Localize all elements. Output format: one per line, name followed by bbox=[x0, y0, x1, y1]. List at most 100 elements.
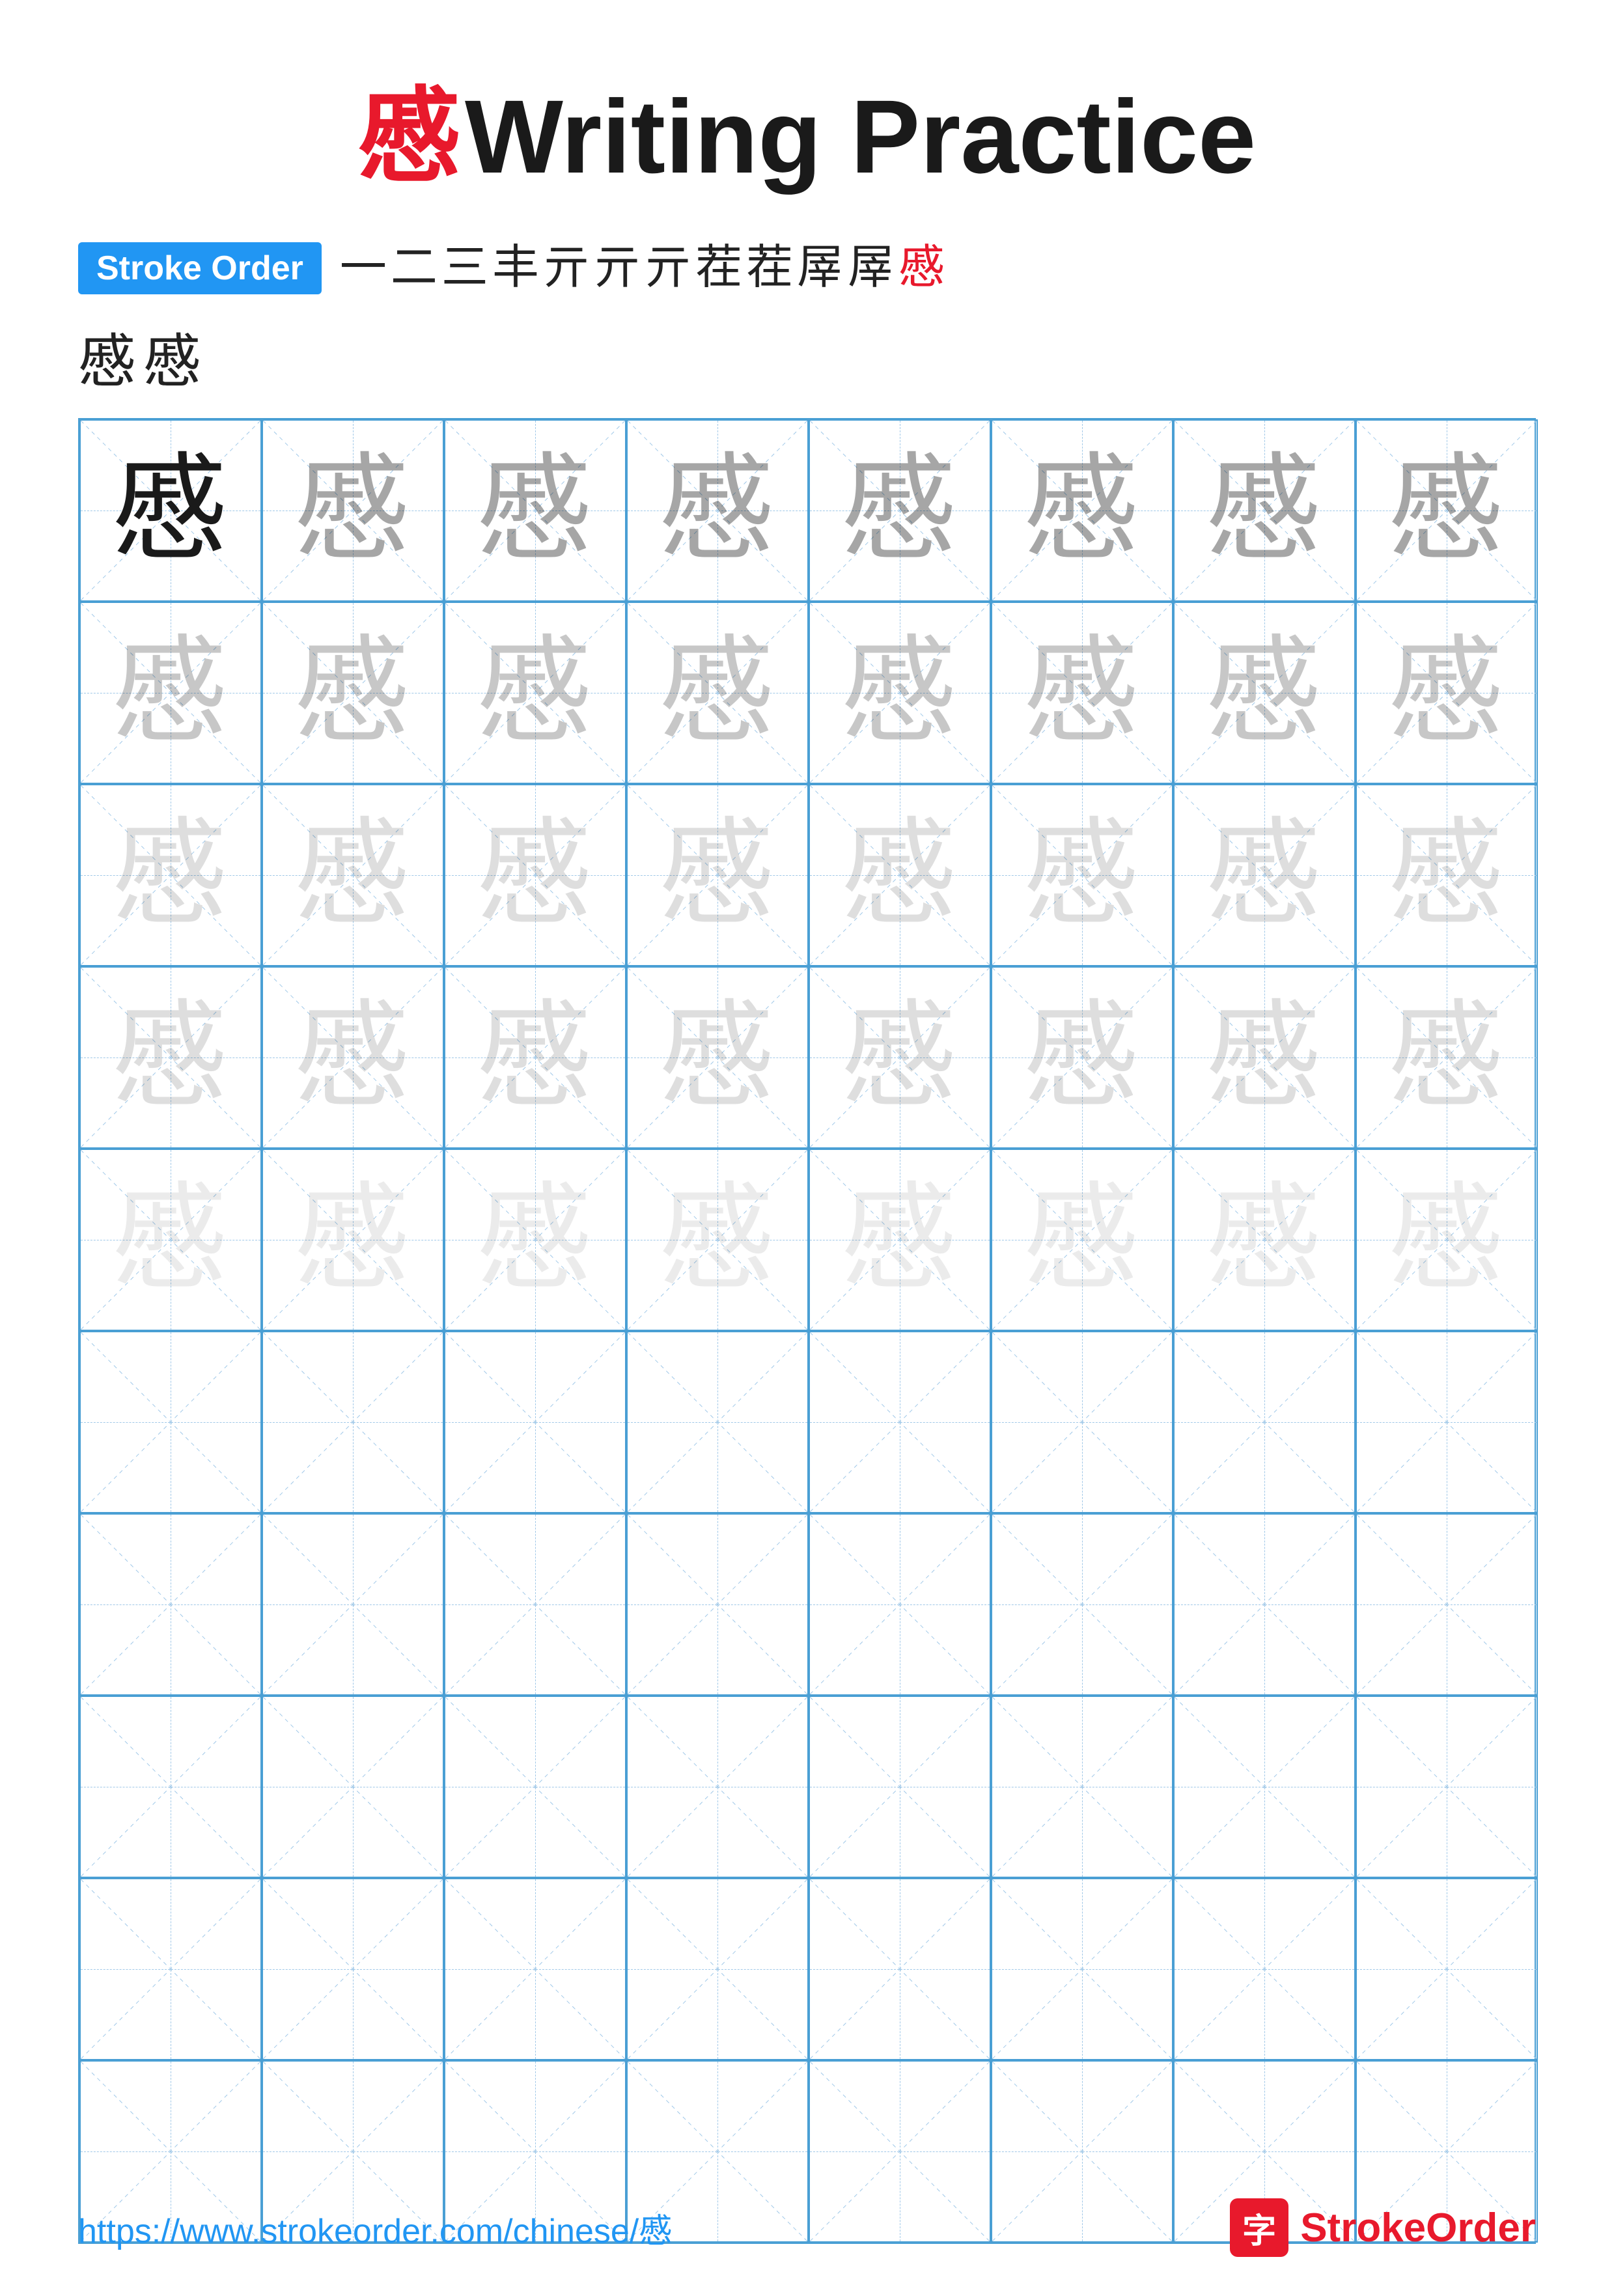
grid-cell-4-4[interactable]: 慼 bbox=[626, 966, 809, 1149]
grid-cell-5-7[interactable]: 慼 bbox=[1173, 1149, 1356, 1331]
grid-cell-3-7[interactable]: 慼 bbox=[1173, 784, 1356, 966]
practice-char-2-7: 慼 bbox=[1206, 634, 1323, 751]
title-section: 慼 Writing Practice bbox=[78, 52, 1536, 203]
grid-cell-7-2[interactable] bbox=[262, 1513, 444, 1696]
grid-cell-9-7[interactable] bbox=[1173, 1878, 1356, 2060]
grid-cell-4-5[interactable]: 慼 bbox=[809, 966, 991, 1149]
grid-cell-3-5[interactable]: 慼 bbox=[809, 784, 991, 966]
practice-char-5-8: 慼 bbox=[1388, 1181, 1505, 1298]
grid-cell-4-6[interactable]: 慼 bbox=[991, 966, 1173, 1149]
grid-row-8 bbox=[79, 1696, 1535, 1878]
grid-cell-8-8[interactable] bbox=[1356, 1696, 1538, 1878]
grid-cell-8-1[interactable] bbox=[79, 1696, 262, 1878]
grid-row-4: 慼 慼 慼 慼 慼 慼 慼 bbox=[79, 966, 1535, 1149]
grid-cell-6-2[interactable] bbox=[262, 1331, 444, 1513]
grid-cell-8-7[interactable] bbox=[1173, 1696, 1356, 1878]
grid-cell-6-6[interactable] bbox=[991, 1331, 1173, 1513]
grid-cell-2-2[interactable]: 慼 bbox=[262, 602, 444, 784]
grid-cell-2-6[interactable]: 慼 bbox=[991, 602, 1173, 784]
grid-cell-6-3[interactable] bbox=[444, 1331, 626, 1513]
grid-row-9 bbox=[79, 1878, 1535, 2060]
practice-char-5-6: 慼 bbox=[1023, 1181, 1141, 1298]
grid-cell-4-1[interactable]: 慼 bbox=[79, 966, 262, 1149]
grid-cell-1-1[interactable]: 慼 bbox=[79, 419, 262, 602]
grid-row-1: 慼 慼 慼 慼 慼 慼 慼 bbox=[79, 419, 1535, 602]
grid-cell-6-4[interactable] bbox=[626, 1331, 809, 1513]
stroke-s7: 亓 bbox=[645, 242, 691, 294]
grid-cell-9-2[interactable] bbox=[262, 1878, 444, 2060]
practice-char-2-2: 慼 bbox=[294, 634, 411, 751]
grid-cell-5-3[interactable]: 慼 bbox=[444, 1149, 626, 1331]
grid-cell-5-6[interactable]: 慼 bbox=[991, 1149, 1173, 1331]
grid-cell-2-3[interactable]: 慼 bbox=[444, 602, 626, 784]
grid-cell-3-8[interactable]: 慼 bbox=[1356, 784, 1538, 966]
grid-cell-1-5[interactable]: 慼 bbox=[809, 419, 991, 602]
grid-cell-2-1[interactable]: 慼 bbox=[79, 602, 262, 784]
grid-cell-3-2[interactable]: 慼 bbox=[262, 784, 444, 966]
grid-cell-6-1[interactable] bbox=[79, 1331, 262, 1513]
grid-cell-1-7[interactable]: 慼 bbox=[1173, 419, 1356, 602]
grid-cell-1-8[interactable]: 慼 bbox=[1356, 419, 1538, 602]
grid-cell-7-1[interactable] bbox=[79, 1513, 262, 1696]
practice-char-1-4: 慼 bbox=[659, 452, 776, 569]
grid-cell-3-6[interactable]: 慼 bbox=[991, 784, 1173, 966]
practice-char-1-1: 慼 bbox=[112, 452, 229, 569]
grid-cell-1-4[interactable]: 慼 bbox=[626, 419, 809, 602]
grid-cell-2-5[interactable]: 慼 bbox=[809, 602, 991, 784]
grid-cell-9-6[interactable] bbox=[991, 1878, 1173, 2060]
footer-logo: 字 StrokeOrder bbox=[1230, 2198, 1536, 2257]
practice-char-4-5: 慼 bbox=[841, 999, 958, 1116]
grid-cell-6-5[interactable] bbox=[809, 1331, 991, 1513]
grid-cell-5-4[interactable]: 慼 bbox=[626, 1149, 809, 1331]
grid-cell-4-3[interactable]: 慼 bbox=[444, 966, 626, 1149]
grid-cell-6-8[interactable] bbox=[1356, 1331, 1538, 1513]
grid-cell-5-1[interactable]: 慼 bbox=[79, 1149, 262, 1331]
grid-cell-8-5[interactable] bbox=[809, 1696, 991, 1878]
grid-cell-8-6[interactable] bbox=[991, 1696, 1173, 1878]
grid-cell-7-3[interactable] bbox=[444, 1513, 626, 1696]
footer-logo-order: Order bbox=[1426, 2205, 1536, 2250]
grid-cell-4-8[interactable]: 慼 bbox=[1356, 966, 1538, 1149]
practice-char-3-2: 慼 bbox=[294, 817, 411, 934]
practice-char-1-2: 慼 bbox=[294, 452, 411, 569]
grid-cell-8-4[interactable] bbox=[626, 1696, 809, 1878]
grid-cell-8-2[interactable] bbox=[262, 1696, 444, 1878]
page: 慼 Writing Practice Stroke Order 一 二 三 丰 … bbox=[0, 0, 1614, 2296]
grid-cell-1-6[interactable]: 慼 bbox=[991, 419, 1173, 602]
stroke-s10: 屖 bbox=[797, 242, 844, 294]
grid-cell-4-7[interactable]: 慼 bbox=[1173, 966, 1356, 1149]
grid-cell-3-3[interactable]: 慼 bbox=[444, 784, 626, 966]
grid-cell-9-1[interactable] bbox=[79, 1878, 262, 2060]
grid-cell-5-5[interactable]: 慼 bbox=[809, 1149, 991, 1331]
grid-cell-3-1[interactable]: 慼 bbox=[79, 784, 262, 966]
stroke-s3: 三 bbox=[441, 242, 488, 294]
grid-cell-7-7[interactable] bbox=[1173, 1513, 1356, 1696]
practice-char-3-3: 慼 bbox=[477, 817, 594, 934]
practice-char-4-2: 慼 bbox=[294, 999, 411, 1116]
grid-cell-1-3[interactable]: 慼 bbox=[444, 419, 626, 602]
grid-cell-7-6[interactable] bbox=[991, 1513, 1173, 1696]
grid-cell-8-3[interactable] bbox=[444, 1696, 626, 1878]
practice-char-5-3: 慼 bbox=[477, 1181, 594, 1298]
grid-cell-9-8[interactable] bbox=[1356, 1878, 1538, 2060]
grid-cell-4-2[interactable]: 慼 bbox=[262, 966, 444, 1149]
grid-cell-7-5[interactable] bbox=[809, 1513, 991, 1696]
grid-cell-2-4[interactable]: 慼 bbox=[626, 602, 809, 784]
grid-cell-2-7[interactable]: 慼 bbox=[1173, 602, 1356, 784]
practice-grid: 慼 慼 慼 慼 慼 慼 慼 bbox=[78, 418, 1536, 2244]
grid-cell-3-4[interactable]: 慼 bbox=[626, 784, 809, 966]
grid-cell-9-4[interactable] bbox=[626, 1878, 809, 2060]
grid-cell-1-2[interactable]: 慼 bbox=[262, 419, 444, 602]
practice-char-2-6: 慼 bbox=[1023, 634, 1141, 751]
grid-cell-2-8[interactable]: 慼 bbox=[1356, 602, 1538, 784]
grid-cell-9-5[interactable] bbox=[809, 1878, 991, 2060]
grid-cell-5-8[interactable]: 慼 bbox=[1356, 1149, 1538, 1331]
grid-cell-9-3[interactable] bbox=[444, 1878, 626, 2060]
grid-cell-7-4[interactable] bbox=[626, 1513, 809, 1696]
footer-url[interactable]: https://www.strokeorder.com/chinese/慼 bbox=[78, 2204, 673, 2252]
practice-char-5-5: 慼 bbox=[841, 1181, 958, 1298]
grid-cell-5-2[interactable]: 慼 bbox=[262, 1149, 444, 1331]
stroke-s12: 慼 bbox=[898, 242, 945, 294]
grid-cell-6-7[interactable] bbox=[1173, 1331, 1356, 1513]
grid-cell-7-8[interactable] bbox=[1356, 1513, 1538, 1696]
